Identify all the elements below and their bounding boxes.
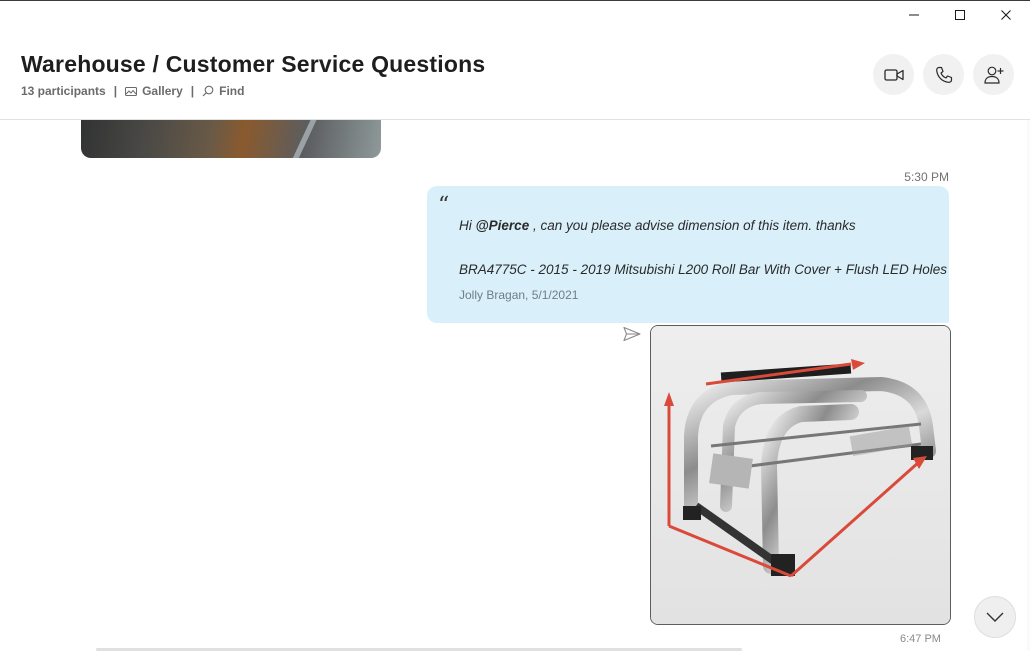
quote-suffix: , can you please advise dimension of thi… bbox=[529, 218, 856, 233]
chevron-down-icon bbox=[986, 612, 1004, 622]
image-icon bbox=[125, 86, 138, 96]
maximize-button[interactable] bbox=[937, 0, 983, 30]
mention[interactable]: @Pierce bbox=[476, 218, 530, 233]
maximize-icon bbox=[955, 10, 965, 20]
audio-call-button[interactable] bbox=[923, 54, 964, 95]
close-icon bbox=[1001, 10, 1011, 20]
video-call-button[interactable] bbox=[873, 54, 914, 95]
roll-bar-illustration bbox=[651, 326, 950, 624]
message-list[interactable]: 5:30 PM “ Hi @Pierce , can you please ad… bbox=[0, 120, 1030, 651]
image-detail bbox=[292, 120, 336, 158]
sent-icon bbox=[623, 326, 641, 347]
scroll-to-bottom-button[interactable] bbox=[974, 596, 1016, 638]
title-bar bbox=[0, 0, 1030, 30]
quote-icon: “ bbox=[438, 193, 450, 218]
quoted-message-bubble[interactable]: “ Hi @Pierce , can you please advise dim… bbox=[427, 186, 949, 323]
quote-text-line-2: BRA4775C - 2015 - 2019 Mitsubishi L200 R… bbox=[459, 262, 947, 277]
message-timestamp: 5:30 PM bbox=[904, 170, 949, 184]
minimize-button[interactable] bbox=[891, 0, 937, 30]
quote-text-line-1: Hi @Pierce , can you please advise dimen… bbox=[459, 218, 856, 233]
next-message-timestamp: 6:47 PM bbox=[900, 633, 941, 645]
conversation-title[interactable]: Warehouse / Customer Service Questions bbox=[21, 51, 485, 78]
gallery-link[interactable]: Gallery bbox=[142, 84, 183, 98]
search-icon bbox=[202, 85, 214, 97]
quote-prefix: Hi bbox=[459, 218, 476, 233]
roll-bar-photo[interactable] bbox=[650, 325, 951, 625]
minimize-icon bbox=[909, 14, 919, 16]
conversation-header: Warehouse / Customer Service Questions 1… bbox=[0, 30, 1030, 120]
add-participant-button[interactable] bbox=[973, 54, 1014, 95]
participants-count[interactable]: 13 participants bbox=[21, 84, 106, 98]
close-button[interactable] bbox=[983, 0, 1029, 30]
conversation-subline: 13 participants | Gallery | Find bbox=[21, 84, 244, 98]
separator: | bbox=[113, 84, 118, 98]
video-call-icon bbox=[883, 68, 904, 81]
separator: | bbox=[190, 84, 195, 98]
find-link[interactable]: Find bbox=[219, 84, 244, 98]
previous-image-attachment[interactable] bbox=[81, 120, 381, 158]
quote-author: Jolly Bragan, 5/1/2021 bbox=[459, 288, 579, 302]
add-person-icon bbox=[983, 66, 1003, 84]
phone-call-icon bbox=[935, 66, 952, 83]
